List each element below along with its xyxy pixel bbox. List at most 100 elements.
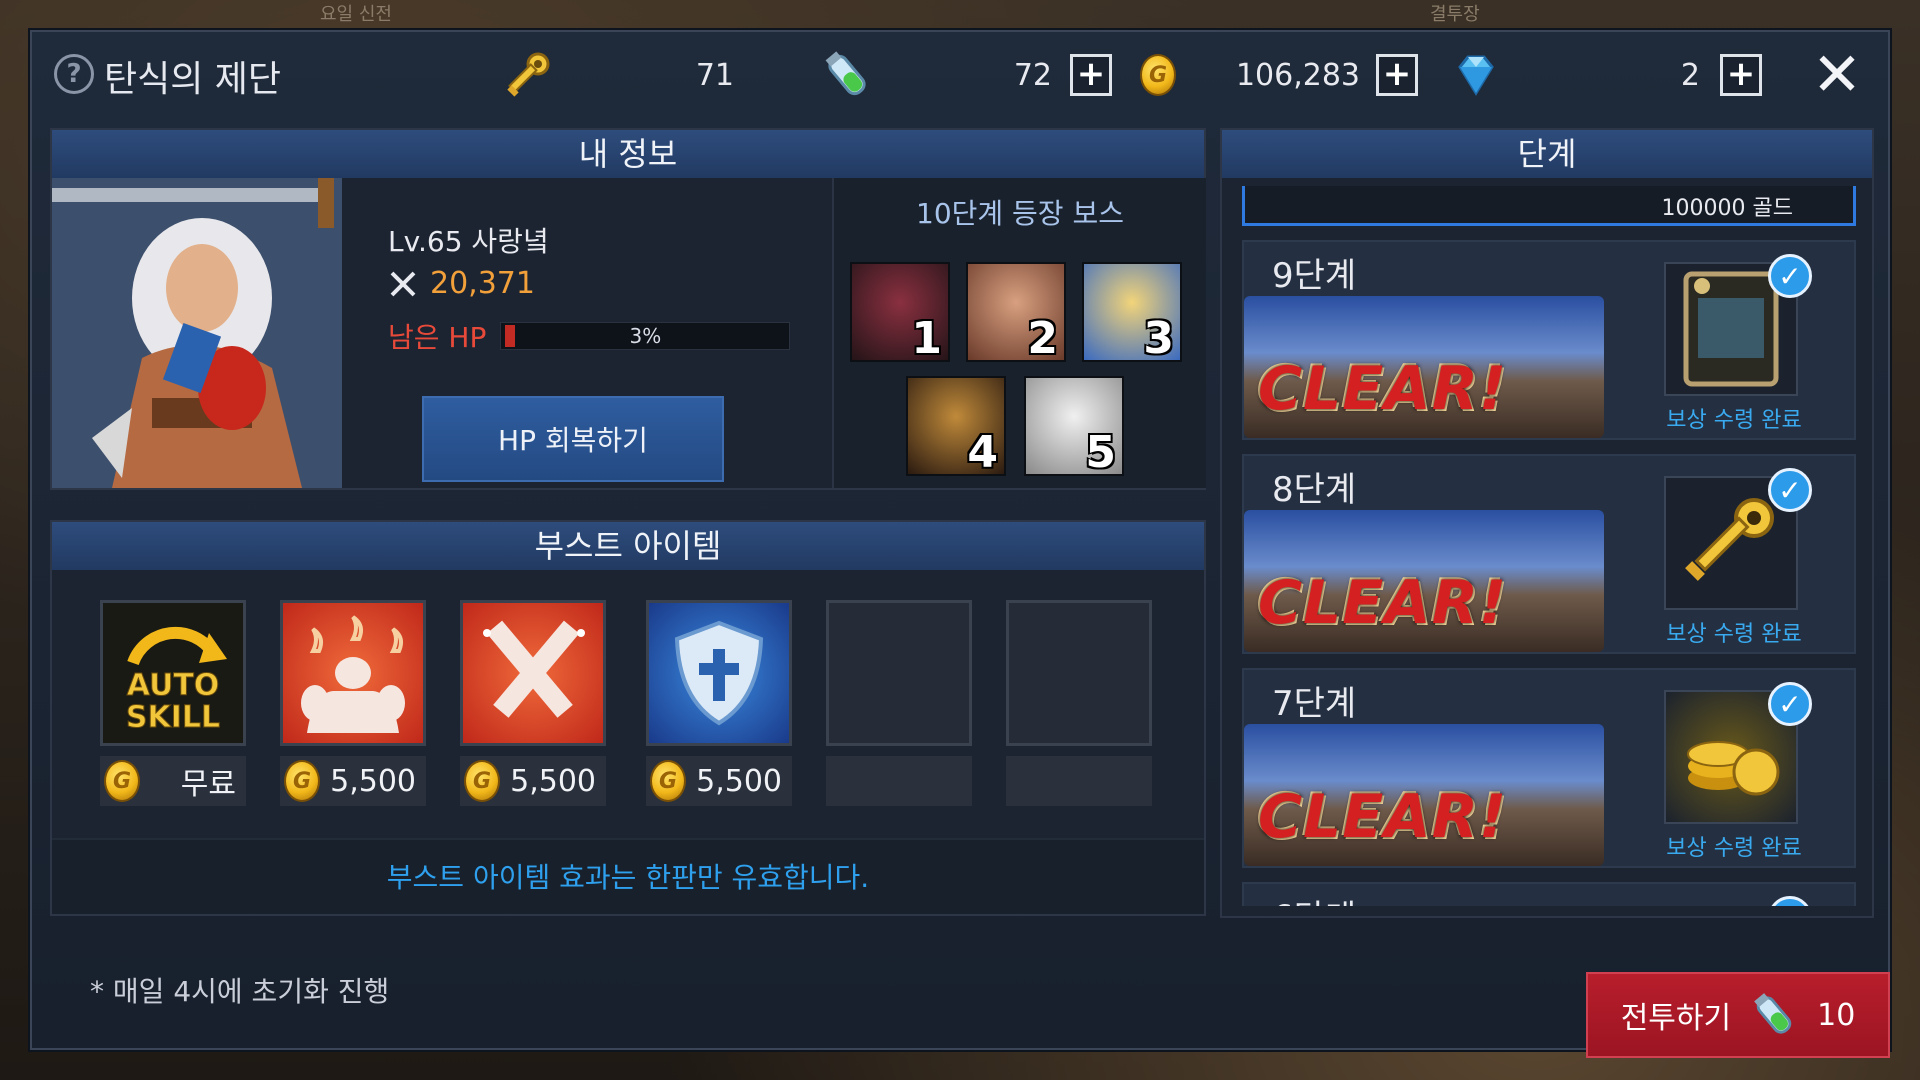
gold-coin-icon: G [464,760,500,802]
boost-slot-defense-up[interactable] [646,600,792,746]
stage-card-7[interactable]: 7단계 CLEAR! ✓ 보상 수령 완료 [1242,668,1856,868]
stage-thumbnail: CLEAR! [1244,510,1604,652]
stages-panel: 단계 100000 골드 9단계 CLEAR! ✓ 보상 수령 완료 8단계 C… [1220,128,1874,918]
boost-price-defense-up: G 5,500 [646,756,792,806]
combat-power-row: 20,371 [388,266,535,301]
hp-bar: 3% [500,322,791,350]
character-name-level: Lv.65 사랑녘 [388,225,549,258]
boss-portrait-5[interactable]: 5 [1024,376,1124,476]
boost-price-value: 무료 [180,767,236,802]
my-info-title: 내 정보 [52,130,1204,178]
boss-number: 3 [1143,313,1174,362]
reward-status: 보상 수령 완료 [1666,622,1802,647]
stages-title: 단계 [1222,130,1872,178]
stage-10-reward-text: 100000 골드 [1661,196,1793,221]
gold-coin-icon: G [284,760,320,802]
boost-note-bar: 부스트 아이템 효과는 한판만 유효합니다. [52,838,1204,914]
boost-slot-auto-skill[interactable]: AUTO SKILL [100,600,246,746]
reward-status: 보상 수령 완료 [1666,408,1802,433]
altar-modal: ? 탄식의 제단 71 72 + G 106,283 + 2 + ✕ 내 정보 … [28,28,1892,1058]
resource-stamina-value: 72 [1013,57,1052,93]
battle-button-label: 전투하기 [1620,1001,1732,1036]
stage-label: 6단계 [1272,890,1356,906]
boost-price-empty [826,756,972,806]
boost-slot-empty [826,600,972,746]
key-icon [507,52,550,97]
clear-banner: CLEAR! [1258,568,1508,638]
gold-coin-icon: G [104,760,140,802]
hp-percent-text: 3% [629,324,662,348]
stage-label: 9단계 [1272,256,1357,296]
boost-price-value: 5,500 [696,763,782,799]
clear-banner: CLEAR! [1258,354,1508,424]
close-icon[interactable]: ✕ [1810,45,1864,105]
boost-slot-empty [1006,600,1152,746]
reward-status: 보상 수령 완료 [1666,836,1802,861]
stage-thumbnail: CLEAR! [1244,296,1604,438]
boss-portrait-3[interactable]: 3 [1082,262,1182,362]
resource-keys: 71 [500,48,770,102]
combat-power-value: 20,371 [430,266,535,301]
modal-header: ? 탄식의 제단 71 72 + G 106,283 + 2 + ✕ [30,30,1890,120]
stage-10-reward-row[interactable]: 100000 골드 [1242,186,1856,226]
add-stamina-button[interactable]: + [1070,54,1112,96]
boost-items-title: 부스트 아이템 [52,522,1204,570]
check-icon: ✓ [1768,254,1812,298]
auto-skill-icon-bottom: SKILL [126,700,220,735]
daily-reset-note: * 매일 4시에 초기화 진행 [90,975,390,1008]
help-icon[interactable]: ? [54,54,94,94]
resource-gold: G 106,283 + [1140,48,1460,102]
stage-card-8[interactable]: 8단계 CLEAR! ✓ 보상 수령 완료 [1242,454,1856,654]
boost-slot-attack-up[interactable] [460,600,606,746]
boss-number: 1 [911,313,942,362]
boost-price-empty [1006,756,1152,806]
stamina-potion-icon [1754,993,1792,1034]
resource-keys-value: 71 [695,57,734,93]
crossed-swords-icon [390,271,416,296]
stage-thumbnail: CLEAR! [1244,724,1604,866]
add-gems-button[interactable]: + [1720,54,1762,96]
muscle-icon [301,615,405,733]
boss-portrait-1[interactable]: 1 [850,262,950,362]
resource-gems: 2 + [1452,48,1782,102]
boost-price-auto-skill: G 무료 [100,756,246,806]
crossed-swords-icon [483,620,585,718]
clear-banner: CLEAR! [1258,782,1508,852]
auto-skill-icon-top: AUTO [127,668,220,703]
shield-icon [674,620,764,726]
stage-label: 7단계 [1272,684,1357,724]
background-label-arena: 결투장 [1430,4,1480,25]
add-gold-button[interactable]: + [1376,54,1418,96]
boss-preview-title: 10단계 등장 보스 [916,197,1124,230]
stamina-potion-icon [825,51,866,96]
battle-cost: 10 [1817,997,1856,1033]
background-label-temple: 요일 신전 [320,4,392,25]
stage-list[interactable]: 100000 골드 9단계 CLEAR! ✓ 보상 수령 완료 8단계 CLEA… [1242,186,1856,906]
boost-price-value: 5,500 [330,763,416,799]
hp-restore-button[interactable]: HP 회복하기 [422,396,724,482]
remaining-hp-label: 남은 HP [388,321,487,354]
boost-items-panel: 부스트 아이템 AUTO SKILL G 무료 G 5,500 G 5,500 … [50,520,1206,916]
check-icon: ✓ [1768,896,1812,906]
resource-gold-value: 106,283 [1235,57,1360,93]
stage-card-6[interactable]: 6단계 ✓ [1242,882,1856,906]
boss-number: 5 [1085,427,1116,476]
boost-slot-power-up[interactable] [280,600,426,746]
boost-price-attack-up: G 5,500 [460,756,606,806]
boss-number: 4 [967,427,998,476]
gem-icon [1458,55,1494,96]
boss-portrait-4[interactable]: 4 [906,376,1006,476]
battle-button[interactable]: 전투하기 10 [1586,972,1890,1058]
stage-card-9[interactable]: 9단계 CLEAR! ✓ 보상 수령 완료 [1242,240,1856,440]
gold-coin-icon: G [1140,54,1176,96]
resource-gems-value: 2 [1680,57,1700,93]
check-icon: ✓ [1768,682,1812,726]
stage-label: 8단계 [1272,470,1357,510]
boss-portrait-2[interactable]: 2 [966,262,1066,362]
boost-price-value: 5,500 [510,763,596,799]
my-info-panel: 내 정보 Lv.65 사랑녘 20,371 남은 HP 3% HP 회복하기 1… [50,128,1206,490]
remaining-hp-row: 남은 HP 3% [388,316,791,356]
character-portrait [52,178,342,488]
boost-price-power-up: G 5,500 [280,756,426,806]
gold-coin-icon: G [650,760,686,802]
